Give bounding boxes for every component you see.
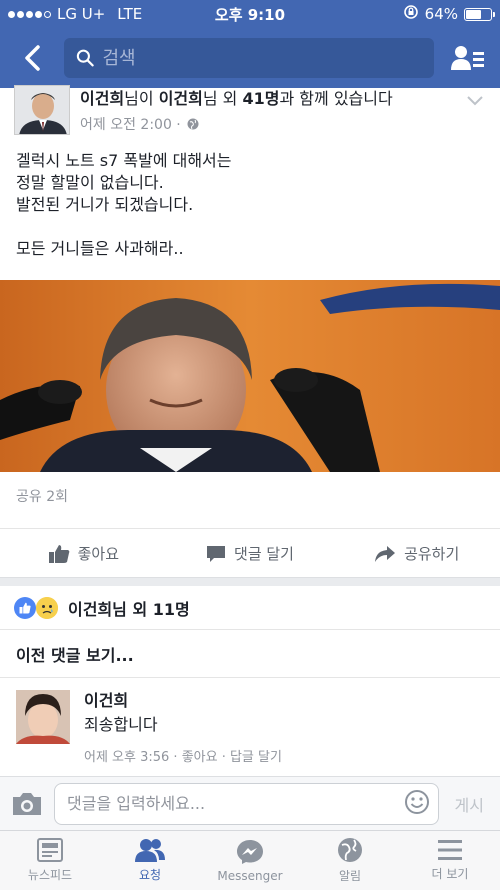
share-button[interactable]: 공유하기 — [333, 529, 500, 578]
chevron-down-icon — [467, 96, 483, 106]
emoji-button[interactable] — [404, 789, 430, 819]
comment-text: 죄송합니다 — [84, 715, 158, 734]
network-type-label: LTE — [117, 5, 143, 23]
tab-requests[interactable]: 요청 — [100, 831, 200, 890]
post-text-line: 발전된 거니가 되겠습니다. — [16, 195, 194, 214]
tagged-name-link[interactable]: 이건희 — [159, 89, 203, 108]
bottom-tab-bar: 뉴스피드 요청 Messenger 알림 더 보기 — [0, 830, 500, 890]
reactions-text: 이건희님 외 11명 — [68, 599, 190, 619]
commenter-avatar[interactable] — [16, 690, 70, 744]
search-input[interactable] — [102, 47, 422, 69]
search-icon — [76, 49, 94, 67]
friend-requests-icon — [135, 839, 165, 862]
camera-button[interactable] — [10, 787, 44, 821]
globe-icon — [187, 118, 199, 130]
post-photo[interactable] — [0, 280, 500, 472]
camera-icon — [13, 792, 41, 815]
menu-icon — [438, 840, 462, 860]
search-bar[interactable] — [64, 38, 434, 78]
post-body: 겔럭시 노트 s7 폭발에 대해서는 정말 할말이 없습니다. 발전된 거니가 … — [0, 140, 500, 260]
friend-list-icon — [451, 46, 484, 70]
comments-section: 이건희님 외 11명 이전 댓글 보기... 이건희 죄송합니다 어제 오후 3… — [0, 586, 500, 776]
battery-icon — [464, 7, 495, 21]
smiley-icon — [404, 789, 429, 814]
messenger-icon — [237, 839, 263, 864]
comment-input[interactable] — [67, 794, 404, 813]
post-card: 이건희님이 이건희님 외 41명과 함께 있습니다 어제 오전 2:00 · 겔… — [0, 85, 500, 578]
share-arrow-icon — [375, 545, 396, 562]
comment-button[interactable]: 댓글 달기 — [167, 529, 334, 578]
comment-item: 이건희 죄송합니다 어제 오후 3:56 · 좋아요 · 답글 달기 — [0, 678, 500, 777]
back-button[interactable] — [12, 38, 52, 78]
status-bar: LG U+ LTE 오후 9:10 64% — [0, 0, 500, 28]
thumbs-up-icon — [48, 544, 69, 563]
post-header-text: 이건희님이 이건희님 외 41명과 함께 있습니다 — [80, 89, 393, 108]
post-text-line: 모든 거니들은 사과해라.. — [16, 239, 184, 258]
rotation-lock-icon — [403, 4, 419, 24]
comment-composer: 게시 — [0, 776, 500, 830]
comment-meta[interactable]: 어제 오후 3:56 · 좋아요 · 답글 달기 — [84, 746, 282, 765]
post-text-line — [16, 216, 484, 238]
post-text-line: 정말 할말이 없습니다. — [16, 173, 164, 192]
battery-percent: 64% — [424, 5, 458, 23]
post-options-button[interactable] — [466, 92, 484, 111]
commenter-name-link[interactable]: 이건희 — [84, 690, 282, 712]
tab-news-feed[interactable]: 뉴스피드 — [0, 831, 100, 890]
top-bar: LG U+ LTE 오후 9:10 64% — [0, 0, 500, 88]
post-text-line: 겔럭시 노트 s7 폭발에 대해서는 — [16, 151, 232, 170]
post-timestamp[interactable]: 어제 오전 2:00 · — [80, 114, 181, 134]
news-feed-icon — [37, 838, 63, 862]
sad-reaction-icon — [36, 596, 58, 619]
share-count-link[interactable]: 공유 2회 — [16, 486, 68, 506]
reactions-summary[interactable]: 이건희님 외 11명 — [0, 586, 500, 630]
tab-more[interactable]: 더 보기 — [400, 831, 500, 890]
post-comment-button[interactable]: 게시 — [449, 792, 490, 816]
friends-button[interactable] — [448, 38, 488, 78]
comment-bubble-icon — [207, 545, 226, 562]
carrier-label: LG U+ — [57, 5, 106, 23]
like-button[interactable]: 좋아요 — [0, 529, 167, 578]
author-avatar[interactable] — [14, 85, 70, 135]
tagged-count-link[interactable]: 41명 — [243, 89, 280, 108]
chevron-left-icon — [25, 45, 40, 71]
post-actions: 좋아요 댓글 달기 공유하기 — [0, 528, 500, 578]
tab-messenger[interactable]: Messenger — [200, 831, 300, 890]
author-name-link[interactable]: 이건희 — [80, 89, 124, 108]
globe-icon — [338, 838, 362, 862]
signal-strength-icon — [8, 10, 51, 18]
like-reaction-icon — [14, 596, 36, 619]
tab-notifications[interactable]: 알림 — [300, 831, 400, 890]
view-previous-comments-link[interactable]: 이전 댓글 보기... — [0, 630, 500, 678]
